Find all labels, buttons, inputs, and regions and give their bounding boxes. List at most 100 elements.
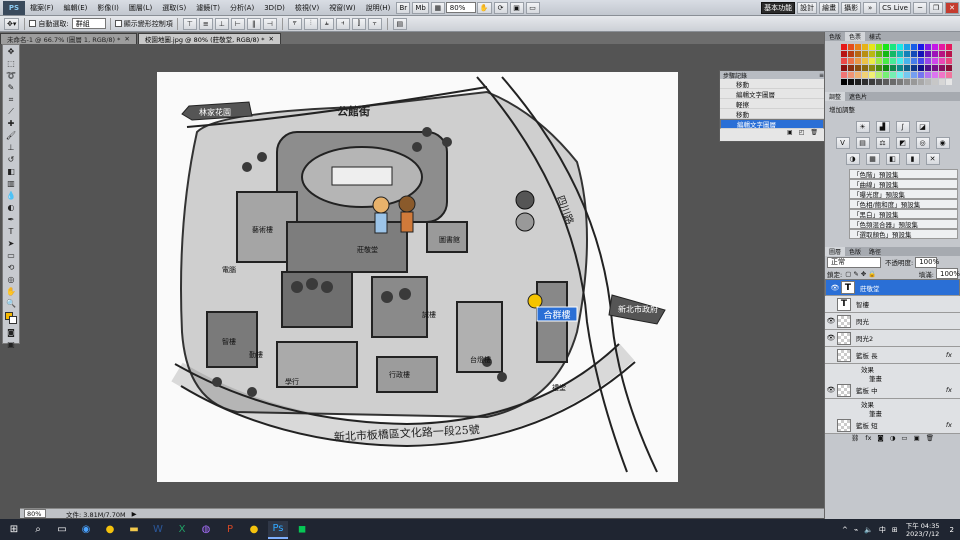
clone-stamp-tool-icon[interactable]: ⊥: [4, 142, 18, 153]
delete-state-icon[interactable]: 🗑: [810, 129, 818, 137]
color-swatch[interactable]: [869, 72, 875, 78]
color-swatch[interactable]: [925, 58, 931, 64]
lock-pixels-icon[interactable]: ✎: [853, 270, 858, 278]
workspace-painting[interactable]: 繪畫: [819, 1, 840, 14]
menu-analysis[interactable]: 分析(A): [225, 3, 259, 13]
layer-row[interactable]: 籃板 長 fx: [825, 347, 960, 364]
color-swatch[interactable]: [862, 44, 868, 50]
new-adjustment-icon[interactable]: ◑: [890, 434, 896, 443]
preset-levels[interactable]: 「色階」預設集: [849, 169, 958, 179]
color-swatch[interactable]: [904, 72, 910, 78]
windows-start-icon[interactable]: ⊞: [4, 521, 24, 539]
layer-fx-icon[interactable]: fx: [946, 386, 952, 394]
menu-filter[interactable]: 濾鏡(T): [191, 3, 225, 13]
exposure-icon[interactable]: ◪: [915, 121, 930, 133]
distribute-top-icon[interactable]: ⫧: [287, 17, 302, 30]
show-transform-checkbox[interactable]: [114, 20, 122, 27]
rotate-view-button[interactable]: ⟳: [493, 1, 508, 14]
color-swatch[interactable]: [918, 79, 924, 85]
color-swatch[interactable]: [897, 44, 903, 50]
align-hcenter-icon[interactable]: ‖: [246, 17, 261, 30]
distribute-hcenter-icon[interactable]: ⫿: [351, 17, 366, 30]
color-swatch[interactable]: [869, 51, 875, 57]
ime-mode-icon[interactable]: ⊞: [892, 526, 898, 534]
3d-rotate-tool-icon[interactable]: ⟲: [4, 262, 18, 273]
tab-layers[interactable]: 圖層: [825, 247, 846, 256]
menu-layer[interactable]: 圖層(L): [124, 3, 157, 13]
word-icon[interactable]: W: [148, 521, 168, 539]
add-mask-icon[interactable]: ◙: [877, 434, 883, 443]
color-swatch[interactable]: [841, 44, 847, 50]
color-swatch[interactable]: [848, 65, 854, 71]
tray-chevron-icon[interactable]: ^: [842, 526, 848, 534]
color-swatch[interactable]: [897, 65, 903, 71]
history-item-current[interactable]: 編輯文字圖層: [720, 119, 824, 129]
color-swatch[interactable]: [876, 72, 882, 78]
preset-selective-color[interactable]: 「選取顏色」預設集: [849, 229, 958, 239]
campus-map-document[interactable]: 合群樓 公館街 林家花園 新北市政府 四川路 新北市板橋區文化路一段25號 莊敬…: [157, 72, 678, 482]
color-swatch[interactable]: [876, 44, 882, 50]
new-layer-icon[interactable]: ▣: [914, 434, 920, 443]
blur-tool-icon[interactable]: 💧: [4, 190, 18, 201]
color-swatch[interactable]: [897, 72, 903, 78]
color-swatch[interactable]: [876, 79, 882, 85]
tab-styles[interactable]: 樣式: [865, 32, 885, 41]
menu-image[interactable]: 影像(I): [92, 3, 124, 13]
threshold-icon[interactable]: ◧: [885, 153, 900, 165]
color-swatch[interactable]: [848, 44, 854, 50]
layer-row[interactable]: 👁 閃光: [825, 313, 960, 330]
preset-black-white[interactable]: 「黑白」預設集: [849, 209, 958, 219]
color-swatch[interactable]: [841, 65, 847, 71]
color-swatch[interactable]: [946, 44, 952, 50]
invert-icon[interactable]: ◑: [845, 153, 860, 165]
file-explorer-icon[interactable]: ▬: [124, 521, 144, 539]
color-swatch[interactable]: [869, 44, 875, 50]
color-swatch[interactable]: [855, 72, 861, 78]
notification-badge[interactable]: 2: [950, 526, 954, 534]
background-color-swatch[interactable]: [9, 316, 17, 324]
network-icon[interactable]: ⌁: [854, 526, 858, 534]
color-swatch[interactable]: [911, 72, 917, 78]
layer-row[interactable]: 👁 閃光2: [825, 330, 960, 347]
dodge-tool-icon[interactable]: ◐: [4, 202, 18, 213]
photo-filter-icon[interactable]: ◎: [915, 137, 930, 149]
black-white-icon[interactable]: ◩: [895, 137, 910, 149]
layer-visibility-eye-icon[interactable]: 👁: [825, 317, 837, 325]
arrange-documents-button[interactable]: ▣: [509, 1, 524, 14]
color-swatch[interactable]: [883, 65, 889, 71]
restore-button[interactable]: ❐: [929, 1, 943, 14]
color-swatch[interactable]: [925, 65, 931, 71]
color-swatch[interactable]: [904, 65, 910, 71]
tab-channels-2[interactable]: 色版: [845, 247, 865, 256]
minibridge-button[interactable]: Mb: [412, 1, 429, 14]
color-swatch[interactable]: [855, 58, 861, 64]
color-swatch[interactable]: [939, 79, 945, 85]
align-bottom-icon[interactable]: ⊥: [214, 17, 229, 30]
color-swatch[interactable]: [918, 65, 924, 71]
swatch-grid[interactable]: [825, 41, 960, 88]
zoom-select[interactable]: 80%: [445, 2, 476, 13]
hand-tool-icon[interactable]: ✋: [4, 286, 18, 297]
color-swatch[interactable]: [841, 72, 847, 78]
add-style-icon[interactable]: fx: [865, 434, 871, 443]
color-swatch[interactable]: [862, 72, 868, 78]
history-item[interactable]: 編輯文字圖層: [720, 89, 824, 99]
cs-live-button[interactable]: CS Live: [879, 1, 911, 14]
eyedropper-tool-icon[interactable]: ⟋: [4, 106, 18, 117]
status-zoom-field[interactable]: 80%: [24, 509, 46, 518]
history-brush-tool-icon[interactable]: ↺: [4, 154, 18, 165]
align-top-icon[interactable]: ⊤: [182, 17, 197, 30]
color-swatch[interactable]: [890, 51, 896, 57]
search-icon[interactable]: ⌕: [28, 521, 48, 539]
line-app-icon[interactable]: ◼: [292, 521, 312, 539]
color-swatch[interactable]: [897, 51, 903, 57]
align-vcenter-icon[interactable]: ≡: [198, 17, 213, 30]
history-item[interactable]: 移動: [720, 79, 824, 89]
preset-curves[interactable]: 「曲線」預設集: [849, 179, 958, 189]
color-swatch[interactable]: [890, 72, 896, 78]
color-swatch[interactable]: [932, 72, 938, 78]
color-swatch[interactable]: [848, 51, 854, 57]
color-swatch[interactable]: [862, 58, 868, 64]
vibrance-icon[interactable]: V: [835, 137, 850, 149]
color-swatch[interactable]: [939, 51, 945, 57]
